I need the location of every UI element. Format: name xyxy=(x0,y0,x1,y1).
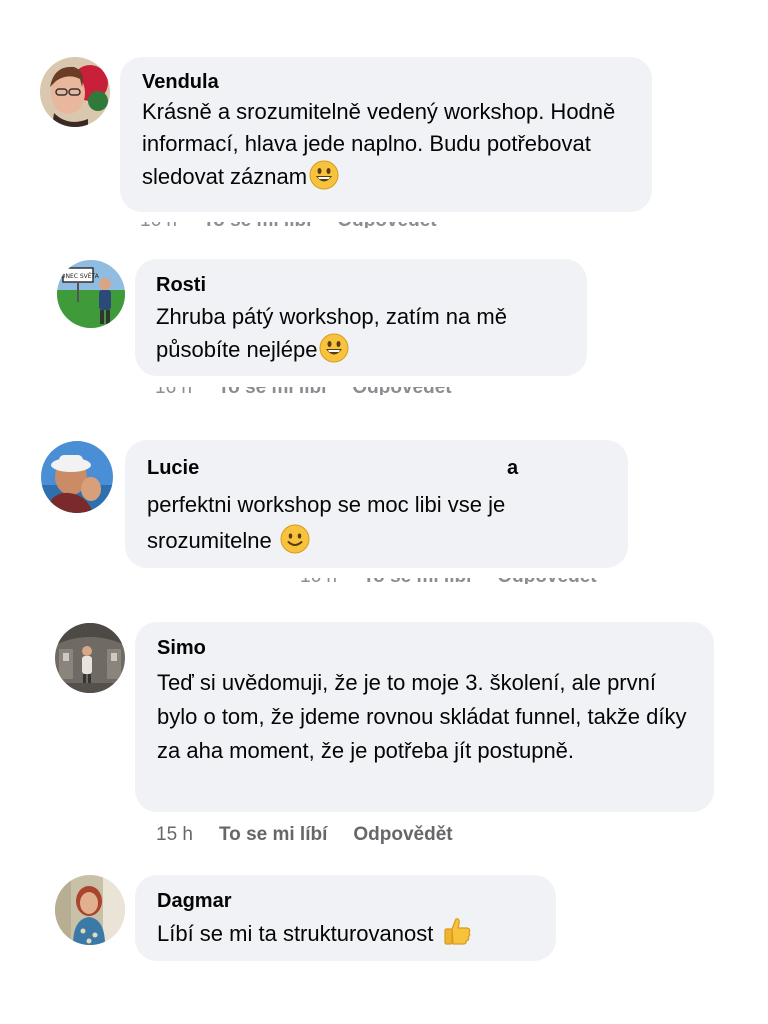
comment-bubble: Lucie a perfektni workshop se moc libi vs… xyxy=(125,440,628,568)
reply-button[interactable]: Odpovědět xyxy=(353,824,452,845)
reply-button[interactable]: Odpovědět xyxy=(352,387,451,395)
avatar[interactable] xyxy=(55,623,125,693)
comment-bubble: Dagmar Líbí se mi ta strukturovanost xyxy=(135,875,556,961)
grinning-face-emoji-icon xyxy=(309,160,339,190)
comment-bubble: Vendula Krásně a srozumitelně vedený wor… xyxy=(120,57,652,212)
comment-author[interactable]: Vendula xyxy=(142,70,630,94)
comment-author[interactable]: Rosti xyxy=(156,273,566,297)
comment-text: Krásně a srozumitelně vedený workshop. H… xyxy=(142,99,616,190)
comment-meta: 16 h To se mi líbí Odpovědět xyxy=(155,387,478,395)
comment-text: perfektni workshop se moc libi vse je sr… xyxy=(147,492,506,554)
comment-time: 16 h xyxy=(155,387,192,395)
avatar[interactable] xyxy=(41,441,113,513)
avatar[interactable]: KONEC SVĚTA xyxy=(57,260,125,328)
comment-meta: 16 hTo se mi líbíOdpovědět xyxy=(300,578,623,584)
comment-author[interactable]: Lucie a xyxy=(147,456,606,480)
comment-author[interactable]: Simo xyxy=(157,636,692,660)
avatar[interactable] xyxy=(40,57,110,127)
comment-author[interactable]: Dagmar xyxy=(157,889,534,913)
comment-meta: 15 h To se mi líbí Odpovědět xyxy=(156,824,479,846)
comment-text: Zhruba pátý workshop, zatím na mě působí… xyxy=(156,304,507,363)
comment-bubble: Rosti Zhruba pátý workshop, zatím na mě … xyxy=(135,259,587,376)
avatar[interactable] xyxy=(55,875,125,945)
thumbs-up-emoji-icon xyxy=(441,915,473,947)
svg-text:KONEC SVĚTA: KONEC SVĚTA xyxy=(57,272,100,280)
comment-meta: 16 hTo se mi líbíOdpovědět xyxy=(140,222,463,228)
grinning-face-emoji-icon xyxy=(319,333,349,363)
like-button[interactable]: To se mi líbí xyxy=(218,387,326,395)
comment-time: 15 h xyxy=(156,824,193,845)
like-button[interactable]: To se mi líbí xyxy=(219,824,327,845)
comment-text: Líbí se mi ta strukturovanost xyxy=(157,915,534,951)
comment-text: Teď si uvědomuji, že je to moje 3. škole… xyxy=(157,670,687,763)
comment-bubble: Simo Teď si uvědomuji, že je to moje 3. … xyxy=(135,622,714,812)
slightly-smiling-face-emoji-icon xyxy=(280,524,310,554)
